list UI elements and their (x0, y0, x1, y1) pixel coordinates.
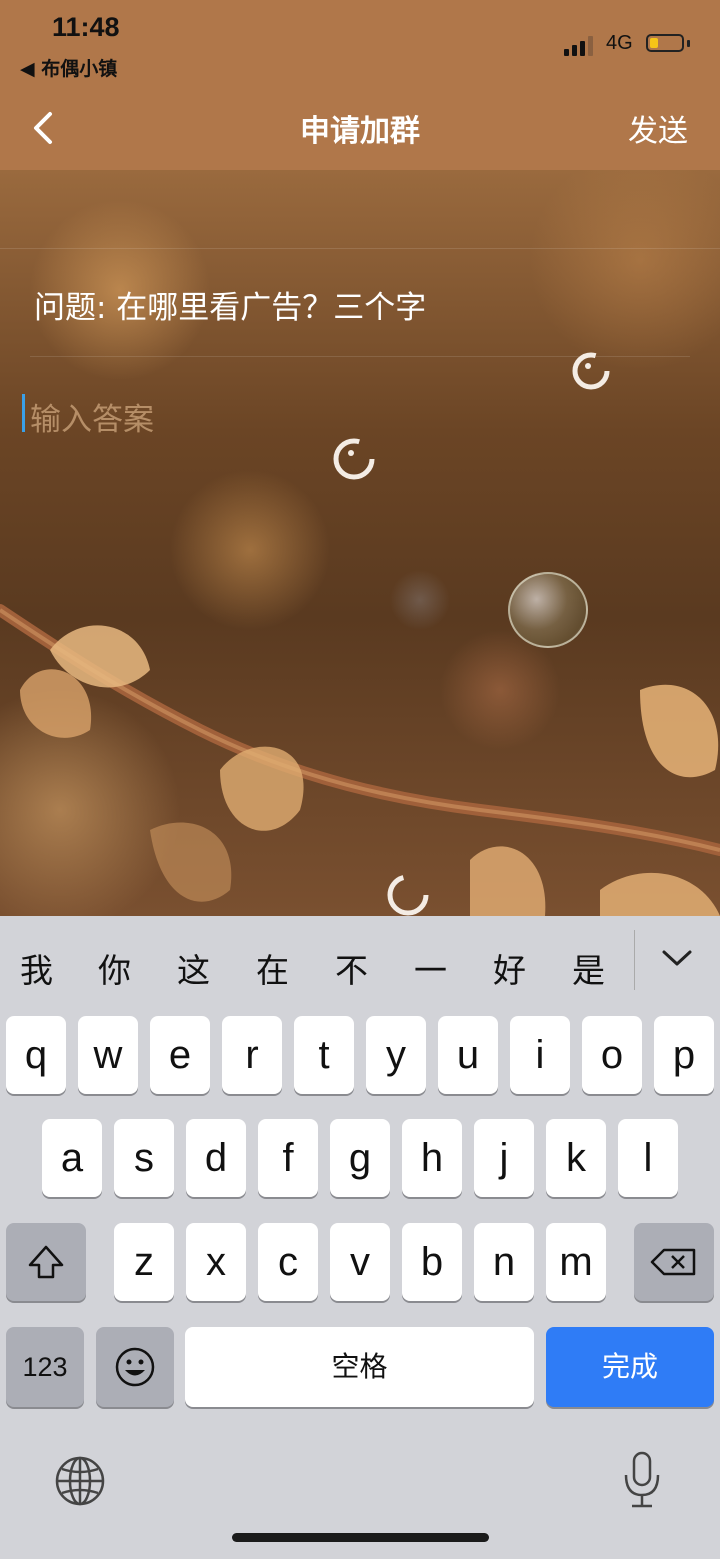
emoji-icon (115, 1347, 155, 1387)
status-bar: 11:48 ◀ 布偶小镇 4G (0, 0, 720, 88)
candidate-item[interactable]: 我 (20, 944, 53, 992)
space-key[interactable]: 空格 (185, 1327, 534, 1407)
delete-key[interactable] (634, 1223, 714, 1301)
home-indicator[interactable] (232, 1533, 489, 1542)
loading-ring-icon (572, 352, 610, 390)
key-k[interactable]: k (546, 1119, 606, 1197)
battery-nub (687, 40, 690, 47)
signal-icon (564, 34, 596, 56)
back-to-app-link[interactable]: ◀ 布偶小镇 (20, 54, 117, 81)
candidate-item[interactable]: 在 (256, 944, 289, 992)
candidate-item[interactable]: 一 (414, 944, 447, 992)
shift-key[interactable] (6, 1223, 86, 1301)
key-y[interactable]: y (366, 1016, 426, 1094)
page-title: 申请加群 (300, 114, 420, 149)
candidate-bar: 我 你 这 在 不 一 好 是 (0, 916, 720, 1014)
key-b[interactable]: b (402, 1223, 462, 1301)
candidate-item[interactable]: 好 (493, 944, 526, 992)
emoji-key[interactable] (96, 1327, 174, 1407)
key-j[interactable]: j (474, 1119, 534, 1197)
backspace-icon (650, 1248, 696, 1276)
microphone-icon[interactable] (622, 1451, 662, 1509)
answer-placeholder: 输入答案 (30, 402, 154, 438)
done-key[interactable]: 完成 (546, 1327, 714, 1407)
send-button[interactable]: 发送 (628, 106, 688, 150)
keyboard: 我 你 这 在 不 一 好 是 q w e r t y u i o p a s … (0, 916, 720, 1559)
key-h[interactable]: h (402, 1119, 462, 1197)
key-p[interactable]: p (654, 1016, 714, 1094)
key-g[interactable]: g (330, 1119, 390, 1197)
numbers-key[interactable]: 123 (6, 1327, 84, 1407)
answer-input[interactable]: 输入答案 (22, 390, 682, 438)
key-t[interactable]: t (294, 1016, 354, 1094)
status-time: 11:48 (52, 12, 120, 42)
question-text: 问题: 在哪里看广告？三个字 (34, 290, 427, 326)
loading-ring-icon (387, 874, 429, 916)
key-l[interactable]: l (618, 1119, 678, 1197)
shift-icon (28, 1245, 64, 1279)
candidate-item[interactable]: 这 (177, 944, 210, 992)
chevron-down-icon[interactable] (660, 946, 694, 970)
key-z[interactable]: z (114, 1223, 174, 1301)
candidate-item[interactable]: 不 (335, 944, 368, 992)
divider (0, 248, 720, 249)
key-w[interactable]: w (78, 1016, 138, 1094)
candidate-item[interactable]: 是 (572, 944, 605, 992)
key-v[interactable]: v (330, 1223, 390, 1301)
text-caret (22, 394, 25, 432)
key-u[interactable]: u (438, 1016, 498, 1094)
candidate-item[interactable]: 你 (98, 944, 131, 992)
bubble-decoration (508, 572, 588, 648)
key-e[interactable]: e (150, 1016, 210, 1094)
key-f[interactable]: f (258, 1119, 318, 1197)
loading-ring-icon (333, 438, 375, 480)
key-c[interactable]: c (258, 1223, 318, 1301)
nav-bar: 申请加群 发送 (0, 88, 720, 170)
key-i[interactable]: i (510, 1016, 570, 1094)
key-x[interactable]: x (186, 1223, 246, 1301)
key-o[interactable]: o (582, 1016, 642, 1094)
key-r[interactable]: r (222, 1016, 282, 1094)
key-a[interactable]: a (42, 1119, 102, 1197)
battery-icon (646, 34, 684, 52)
key-s[interactable]: s (114, 1119, 174, 1197)
network-type: 4G (606, 32, 633, 54)
globe-icon[interactable] (54, 1455, 106, 1507)
background-photo: 问题: 在哪里看广告？三个字 输入答案 (0, 170, 720, 916)
key-n[interactable]: n (474, 1223, 534, 1301)
divider (634, 930, 635, 990)
key-d[interactable]: d (186, 1119, 246, 1197)
key-q[interactable]: q (6, 1016, 66, 1094)
key-m[interactable]: m (546, 1223, 606, 1301)
